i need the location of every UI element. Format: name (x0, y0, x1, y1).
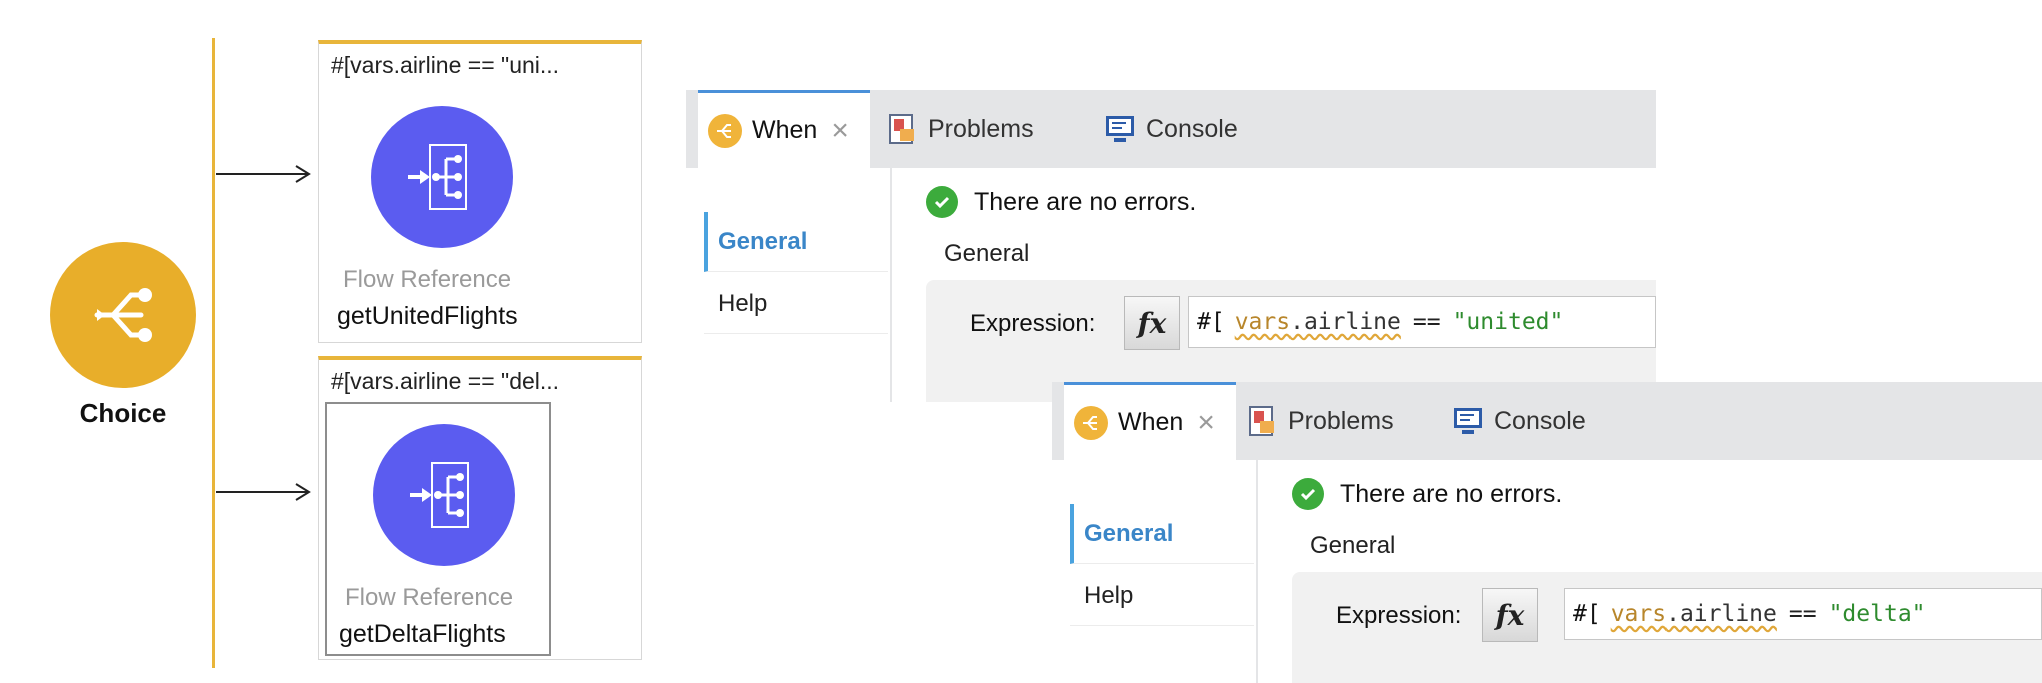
when-icon (708, 113, 742, 148)
general-section: Expression: fx #[ vars .airline == "delt… (1292, 572, 2042, 683)
route-expression: #[vars.airline == "uni... (331, 52, 560, 78)
tab-when-label: When (752, 116, 818, 144)
expression-open-token: #[ (1573, 601, 1601, 627)
route-when-united[interactable]: #[vars.airline == "uni... Flow Reference… (318, 40, 642, 343)
tab-console[interactable]: Console (1452, 382, 1586, 460)
expression-operator-token: == (1788, 601, 1817, 627)
expression-label: Expression: (970, 310, 1096, 337)
console-icon (1452, 406, 1484, 436)
route-arrow (216, 482, 312, 502)
panel-tab-bar: When × Problems Console (686, 90, 1656, 168)
component-type-label: Flow Reference (343, 266, 512, 293)
panel-tab-bar: When × Problems Console (1052, 382, 2042, 460)
status-text: There are no errors. (1340, 479, 1563, 508)
choice-router[interactable] (50, 242, 196, 388)
check-circle-icon (1292, 478, 1324, 510)
side-tab-general[interactable]: General (704, 212, 888, 272)
expression-property-token: .airline (1290, 309, 1401, 335)
flow-reference-icon (408, 144, 467, 210)
expression-vars-token: vars (1610, 601, 1667, 627)
tab-console-label: Console (1146, 114, 1238, 143)
tab-problems[interactable]: Problems (1248, 382, 1394, 460)
side-tab-help[interactable]: Help (1070, 566, 1254, 626)
tab-when[interactable]: When × (698, 90, 870, 168)
flow-reference-component[interactable]: Flow Reference getDeltaFlights (325, 402, 551, 656)
close-icon[interactable]: × (831, 115, 849, 146)
properties-panel-united: When × Problems Console General Help The… (686, 90, 1656, 402)
when-icon (1074, 405, 1108, 440)
flow-reference-icon (410, 462, 469, 528)
expression-property-token: .airline (1666, 601, 1777, 627)
status-text: There are no errors. (974, 187, 1197, 216)
console-icon (1104, 114, 1136, 144)
properties-panel-delta: When × Problems Console General Help The… (1052, 382, 2042, 683)
panel-content: There are no errors. General Expression:… (1272, 460, 2042, 683)
component-name: getUnitedFlights (337, 302, 518, 330)
tab-when[interactable]: When × (1064, 382, 1236, 460)
side-tab-list: General Help (686, 168, 892, 402)
tab-console[interactable]: Console (1104, 90, 1238, 168)
tab-problems-label: Problems (1288, 406, 1394, 435)
choice-router-icon (94, 288, 152, 342)
side-tab-general[interactable]: General (1070, 504, 1254, 564)
fx-toggle-button[interactable]: fx (1482, 588, 1538, 642)
component-type-label: Flow Reference (345, 584, 514, 611)
problems-icon (1248, 405, 1278, 437)
flow-reference-node (373, 424, 515, 566)
status-message: There are no errors. (926, 186, 1196, 218)
expression-field[interactable]: #[ vars .airline == "delta" (1564, 588, 2042, 640)
tab-problems[interactable]: Problems (888, 90, 1034, 168)
problems-icon (888, 113, 918, 145)
tab-when-label: When (1118, 408, 1184, 436)
tab-console-label: Console (1494, 406, 1586, 435)
fx-toggle-button[interactable]: fx (1124, 296, 1180, 350)
expression-label: Expression: (1336, 602, 1462, 629)
route-when-delta[interactable]: #[vars.airline == "del... Flow Reference… (318, 356, 642, 660)
flow-reference-node (371, 106, 513, 248)
expression-operator-token: == (1412, 309, 1441, 335)
check-circle-icon (926, 186, 958, 218)
section-title: General (944, 240, 1030, 267)
component-name: getDeltaFlights (339, 620, 506, 648)
route-arrow (216, 164, 312, 184)
side-tab-list: General Help (1052, 460, 1258, 683)
side-tab-help[interactable]: Help (704, 274, 888, 334)
route-expression: #[vars.airline == "del... (331, 368, 560, 394)
status-message: There are no errors. (1292, 478, 1562, 510)
expression-vars-token: vars (1234, 309, 1291, 335)
panel-content: There are no errors. General Expression:… (906, 168, 1656, 402)
expression-string-token: "united" (1452, 309, 1564, 335)
route-connector-line (212, 38, 215, 668)
tab-problems-label: Problems (928, 114, 1034, 143)
expression-string-token: "delta" (1828, 601, 1926, 627)
expression-field[interactable]: #[ vars .airline == "united" (1188, 296, 1656, 348)
section-title: General (1310, 532, 1396, 559)
close-icon[interactable]: × (1197, 407, 1215, 438)
choice-label: Choice (79, 398, 167, 428)
expression-open-token: #[ (1197, 309, 1225, 335)
flow-reference-component[interactable]: Flow Reference getUnitedFlights (325, 86, 551, 340)
